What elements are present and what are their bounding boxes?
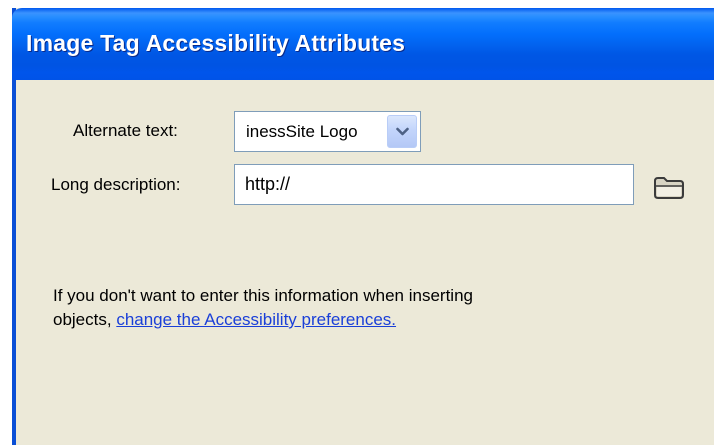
help-line-2-prefix: objects,	[53, 310, 117, 329]
dialog-title: Image Tag Accessibility Attributes	[26, 30, 406, 56]
browse-folder-button[interactable]	[652, 174, 686, 200]
help-text: If you don't want to enter this informat…	[53, 284, 473, 332]
alternate-text-combobox[interactable]: inessSite Logo	[234, 111, 421, 152]
title-bar[interactable]: Image Tag Accessibility Attributes	[12, 8, 714, 80]
long-description-input[interactable]: http://	[234, 164, 634, 205]
accessibility-dialog: Image Tag Accessibility Attributes Alter…	[12, 8, 714, 445]
dropdown-button[interactable]	[387, 115, 417, 148]
accessibility-preferences-link[interactable]: change the Accessibility preferences.	[116, 310, 396, 329]
alternate-text-value[interactable]: inessSite Logo	[246, 122, 358, 142]
chevron-down-icon	[396, 127, 409, 136]
help-line-1: If you don't want to enter this informat…	[53, 286, 473, 305]
help-line-2: objects, change the Accessibility prefer…	[53, 308, 473, 332]
long-description-value[interactable]: http://	[245, 174, 290, 195]
long-description-label: Long description:	[51, 175, 181, 194]
alternate-text-label: Alternate text:	[73, 121, 178, 140]
folder-icon	[654, 177, 684, 199]
